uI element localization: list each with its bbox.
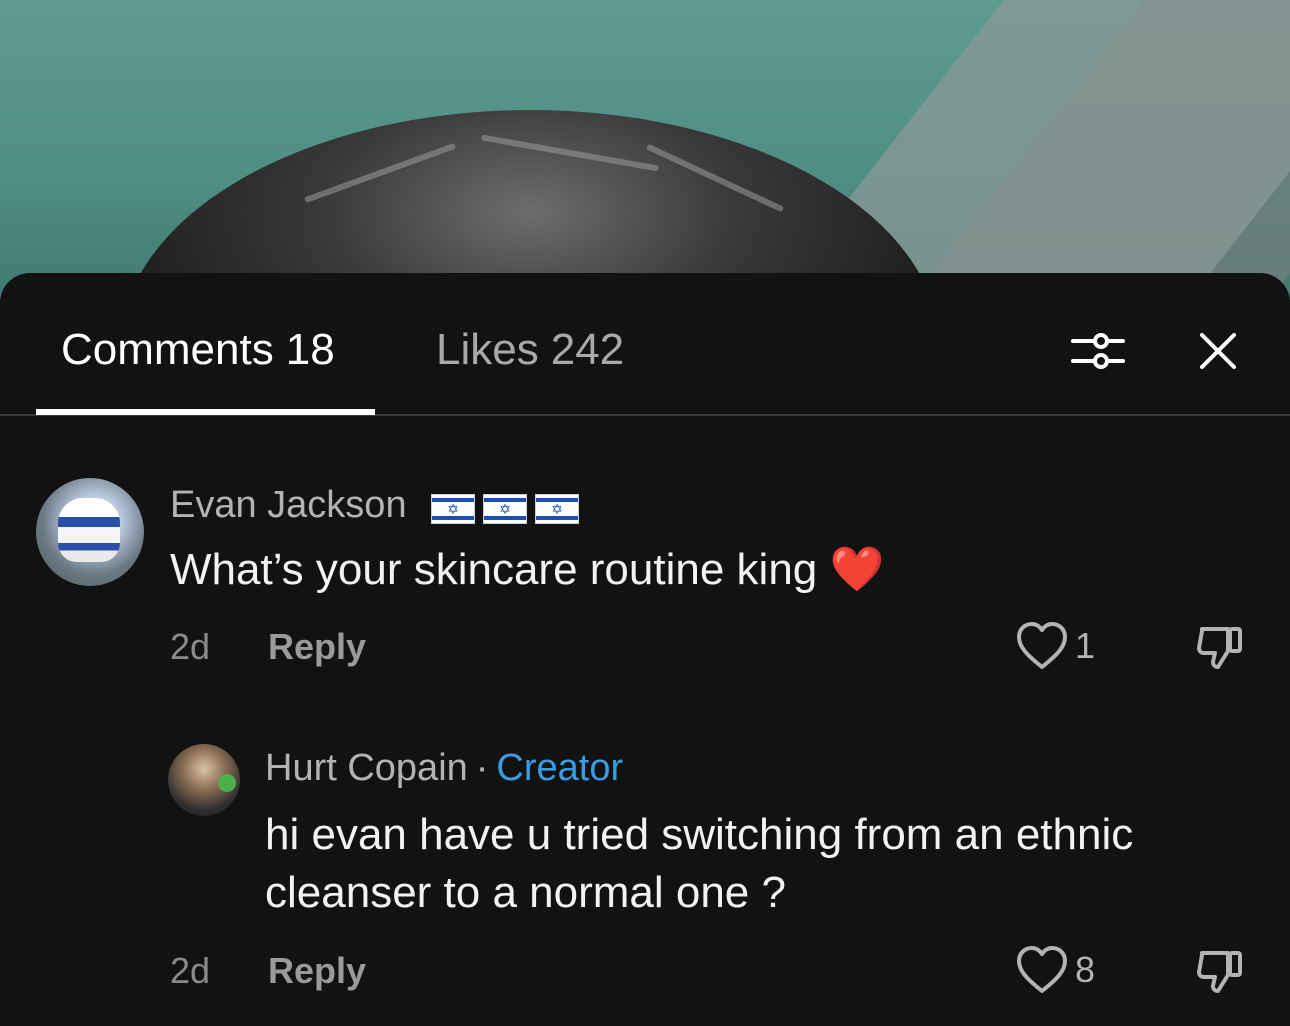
author-name: Evan Jackson <box>170 484 407 526</box>
israel-flag-icon: ✡ <box>483 493 528 524</box>
tab-likes-count: 242 <box>550 325 625 374</box>
like-button[interactable]: 1 <box>1015 621 1095 671</box>
video-subject-hair <box>120 110 940 300</box>
reply-button[interactable]: Reply <box>268 949 366 993</box>
tab-bar: Comments 18 Likes 242 <box>0 273 1290 416</box>
reply-button[interactable]: Reply <box>268 625 366 669</box>
author-name: Hurt Copain <box>265 747 468 789</box>
avatar-lion-image <box>58 498 120 562</box>
avatar-detail <box>218 774 236 792</box>
comment-body: What’s your skincare routine king <box>170 545 818 594</box>
dislike-button[interactable] <box>1196 949 1244 1000</box>
tab-likes-label: Likes <box>436 325 539 374</box>
close-button[interactable] <box>1190 323 1246 379</box>
comment-timestamp: 2d <box>170 626 211 667</box>
tab-comments-count: 18 <box>285 325 335 374</box>
comment-text: hi evan have u tried switching from an e… <box>265 810 1134 917</box>
thumbs-down-icon <box>1197 951 1242 993</box>
comment-author[interactable]: Evan Jackson ✡ ✡ ✡ <box>170 482 587 530</box>
separator-dot: · <box>475 747 489 789</box>
author-flags: ✡ ✡ ✡ <box>431 484 587 530</box>
sliders-icon <box>1071 333 1125 369</box>
israel-flag-icon: ✡ <box>431 493 476 524</box>
like-count: 1 <box>1075 625 1096 666</box>
creator-badge: Creator <box>496 747 624 789</box>
tab-comments-label: Comments <box>61 325 274 374</box>
active-tab-indicator <box>36 409 375 415</box>
comment-author[interactable]: Hurt Copain · Creator <box>265 745 623 791</box>
comment-timestamp: 2d <box>170 950 211 991</box>
tab-comments[interactable]: Comments 18 <box>61 323 335 377</box>
heart-emoji: ❤️ <box>829 545 885 594</box>
like-button[interactable]: 8 <box>1015 945 1095 995</box>
video-background <box>0 0 1290 300</box>
filter-button[interactable] <box>1070 323 1126 379</box>
heart-icon <box>1017 622 1067 669</box>
avatar[interactable] <box>168 744 240 816</box>
comment-text: What’s your skincare routine king ❤️ <box>170 541 884 599</box>
heart-icon <box>1017 946 1067 993</box>
like-count: 8 <box>1075 949 1096 990</box>
close-icon <box>1200 333 1236 369</box>
thumbs-down-icon <box>1197 627 1242 669</box>
tab-likes[interactable]: Likes 242 <box>436 323 624 377</box>
israel-flag-icon: ✡ <box>535 493 580 524</box>
dislike-button[interactable] <box>1196 625 1244 676</box>
avatar[interactable] <box>36 478 144 586</box>
